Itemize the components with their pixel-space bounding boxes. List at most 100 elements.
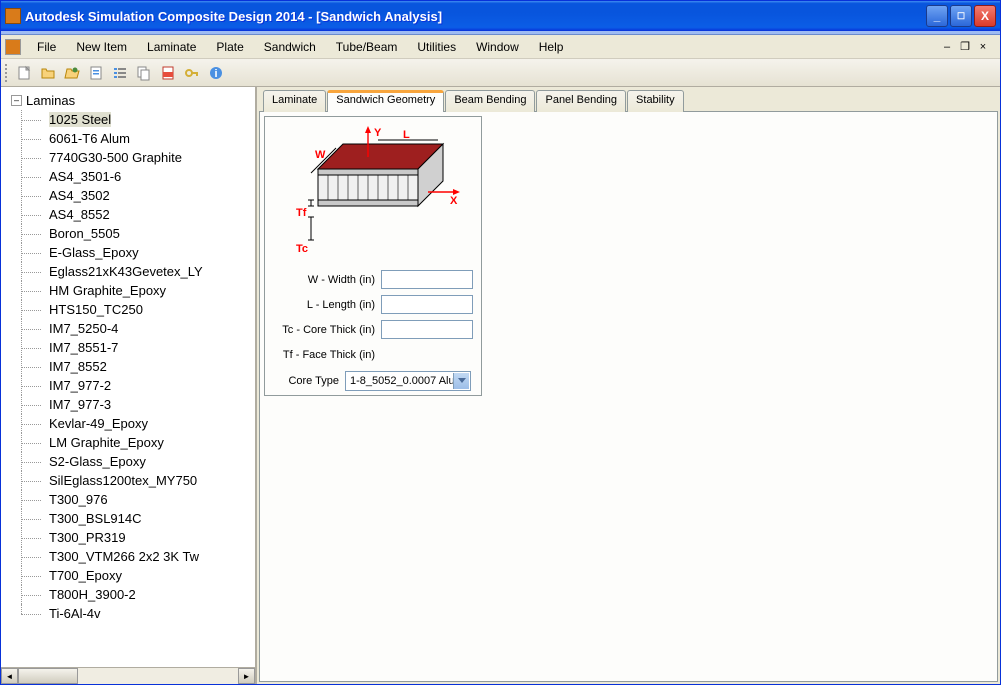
tree-item[interactable]: T300_BSL914C bbox=[1, 509, 255, 528]
scroll-right-button[interactable]: ► bbox=[238, 668, 255, 684]
material-tree[interactable]: – Laminas 1025 Steel 6061-T6 Alum 7740G30-… bbox=[1, 87, 255, 667]
tab-body: Y X L W bbox=[259, 111, 998, 682]
tree-item-label: IM7_5250-4 bbox=[49, 321, 118, 336]
length-input[interactable] bbox=[381, 295, 473, 314]
new-file-button[interactable] bbox=[13, 62, 35, 84]
tree-root-label: Laminas bbox=[26, 93, 75, 108]
tree-item-label: HM Graphite_Epoxy bbox=[49, 283, 166, 298]
tree-item-label: AS4_3502 bbox=[49, 188, 110, 203]
tree-item-label: SilEglass1200tex_MY750 bbox=[49, 473, 197, 488]
tree-item-label: AS4_8552 bbox=[49, 207, 110, 222]
tree-item[interactable]: T800H_3900-2 bbox=[1, 585, 255, 604]
tree-item-label: IM7_977-2 bbox=[49, 378, 111, 393]
maximize-button[interactable]: ☐ bbox=[950, 5, 972, 27]
tree-item-label: T700_Epoxy bbox=[49, 568, 122, 583]
tree-item[interactable]: S2-Glass_Epoxy bbox=[1, 452, 255, 471]
tree-item-label: Kevlar-49_Epoxy bbox=[49, 416, 148, 431]
core-type-select[interactable]: 1-8_5052_0.0007 Alum HC bbox=[345, 371, 471, 391]
menu-plate[interactable]: Plate bbox=[206, 37, 253, 57]
tree-root[interactable]: – Laminas bbox=[1, 91, 255, 110]
tree-item[interactable]: 7740G30-500 Graphite bbox=[1, 148, 255, 167]
tree-item-label: LM Graphite_Epoxy bbox=[49, 435, 164, 450]
scroll-left-button[interactable]: ◄ bbox=[1, 668, 18, 684]
tab-laminate[interactable]: Laminate bbox=[263, 90, 326, 112]
geometry-diagram: Y X L W bbox=[265, 117, 481, 267]
mdi-close-button[interactable]: × bbox=[976, 40, 990, 54]
tree-item[interactable]: T300_VTM266 2x2 3K Tw bbox=[1, 547, 255, 566]
tree-item[interactable]: AS4_3501-6 bbox=[1, 167, 255, 186]
minimize-button[interactable]: _ bbox=[926, 5, 948, 27]
tab-panel-bending[interactable]: Panel Bending bbox=[536, 90, 626, 112]
tree-item[interactable]: IM7_977-3 bbox=[1, 395, 255, 414]
tab-beam-bending[interactable]: Beam Bending bbox=[445, 90, 535, 112]
tree-item[interactable]: SilEglass1200tex_MY750 bbox=[1, 471, 255, 490]
menu-sandwich[interactable]: Sandwich bbox=[254, 37, 326, 57]
dropdown-arrow-icon[interactable] bbox=[453, 373, 469, 389]
tree-item[interactable]: T300_PR319 bbox=[1, 528, 255, 547]
tree-item-label: T800H_3900-2 bbox=[49, 587, 136, 602]
collapse-icon[interactable]: – bbox=[11, 95, 22, 106]
face-thick-label: Tf - Face Thick (in) bbox=[265, 349, 381, 361]
tree-item[interactable]: 1025 Steel bbox=[1, 110, 255, 129]
save-button[interactable] bbox=[61, 62, 83, 84]
app-icon bbox=[5, 8, 21, 24]
help-button[interactable]: i bbox=[205, 62, 227, 84]
report-button[interactable] bbox=[85, 62, 107, 84]
tree-item[interactable]: Boron_5505 bbox=[1, 224, 255, 243]
toolbar-grip[interactable] bbox=[5, 64, 9, 82]
tree-item[interactable]: HM Graphite_Epoxy bbox=[1, 281, 255, 300]
tree-item[interactable]: Kevlar-49_Epoxy bbox=[1, 414, 255, 433]
tab-stability[interactable]: Stability bbox=[627, 90, 684, 112]
svg-text:W: W bbox=[315, 149, 326, 161]
tree-item-label: Eglass21xK43Gevetex_LY bbox=[49, 264, 203, 279]
close-button[interactable]: X bbox=[974, 5, 996, 27]
menu-laminate[interactable]: Laminate bbox=[137, 37, 206, 57]
menubar: FileNew ItemLaminatePlateSandwichTube/Be… bbox=[1, 35, 1000, 59]
tree-item[interactable]: IM7_977-2 bbox=[1, 376, 255, 395]
core-type-label: Core Type bbox=[265, 375, 345, 387]
horizontal-scrollbar[interactable]: ◄ ► bbox=[1, 667, 255, 684]
tree-item-label: 1025 Steel bbox=[49, 112, 111, 127]
mdi-restore-button[interactable]: ❐ bbox=[958, 40, 972, 54]
tree-item[interactable]: 6061-T6 Alum bbox=[1, 129, 255, 148]
core-thick-input[interactable] bbox=[381, 320, 473, 339]
open-folder-button[interactable] bbox=[37, 62, 59, 84]
menu-utilities[interactable]: Utilities bbox=[407, 37, 466, 57]
menu-tube-beam[interactable]: Tube/Beam bbox=[326, 37, 408, 57]
width-label: W - Width (in) bbox=[265, 274, 381, 286]
scroll-thumb[interactable] bbox=[18, 668, 78, 684]
menu-new-item[interactable]: New Item bbox=[66, 37, 137, 57]
menu-help[interactable]: Help bbox=[529, 37, 574, 57]
menu-window[interactable]: Window bbox=[466, 37, 529, 57]
tree-item[interactable]: IM7_8552 bbox=[1, 357, 255, 376]
copy-button[interactable] bbox=[133, 62, 155, 84]
mdi-minimize-button[interactable]: – bbox=[940, 40, 954, 54]
pdf-button[interactable] bbox=[157, 62, 179, 84]
tree-item[interactable]: IM7_8551-7 bbox=[1, 338, 255, 357]
tree-item[interactable]: LM Graphite_Epoxy bbox=[1, 433, 255, 452]
tree-item[interactable]: AS4_3502 bbox=[1, 186, 255, 205]
tree-item-label: HTS150_TC250 bbox=[49, 302, 143, 317]
titlebar[interactable]: Autodesk Simulation Composite Design 201… bbox=[1, 1, 1000, 31]
svg-text:Y: Y bbox=[374, 127, 382, 139]
tree-item[interactable]: Ti-6Al-4v bbox=[1, 604, 255, 623]
tree-item[interactable]: HTS150_TC250 bbox=[1, 300, 255, 319]
tree-item-label: 7740G30-500 Graphite bbox=[49, 150, 182, 165]
tree-item-label: IM7_8552 bbox=[49, 359, 107, 374]
tree-item[interactable]: IM7_5250-4 bbox=[1, 319, 255, 338]
tree-item[interactable]: T300_976 bbox=[1, 490, 255, 509]
core-thick-label: Tc - Core Thick (in) bbox=[265, 324, 381, 336]
mdi-icon[interactable] bbox=[5, 39, 21, 55]
key-button[interactable] bbox=[181, 62, 203, 84]
width-input[interactable] bbox=[381, 270, 473, 289]
tree-item[interactable]: AS4_8552 bbox=[1, 205, 255, 224]
tab-sandwich-geometry[interactable]: Sandwich Geometry bbox=[327, 90, 444, 112]
tree-item[interactable]: E-Glass_Epoxy bbox=[1, 243, 255, 262]
tree-item-label: T300_VTM266 2x2 3K Tw bbox=[49, 549, 199, 564]
tree-item[interactable]: T700_Epoxy bbox=[1, 566, 255, 585]
tree-item-label: T300_BSL914C bbox=[49, 511, 142, 526]
list-button[interactable] bbox=[109, 62, 131, 84]
main-panel: LaminateSandwich GeometryBeam BendingPan… bbox=[257, 87, 1000, 684]
tree-item[interactable]: Eglass21xK43Gevetex_LY bbox=[1, 262, 255, 281]
menu-file[interactable]: File bbox=[27, 37, 66, 57]
